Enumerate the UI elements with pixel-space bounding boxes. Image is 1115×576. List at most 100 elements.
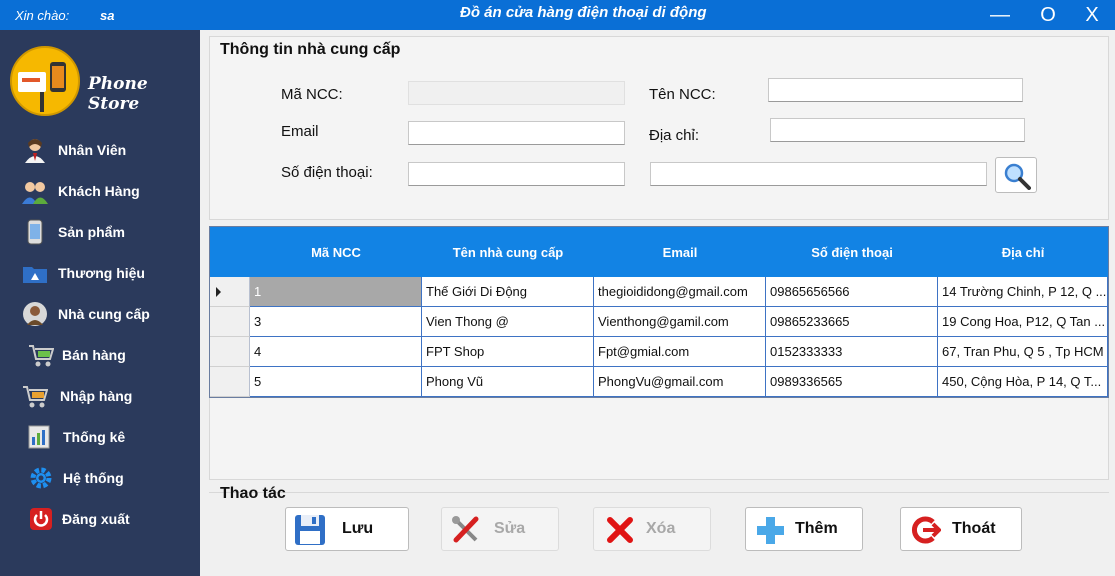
table-cell[interactable]: 0989336565 bbox=[766, 367, 938, 397]
row-header[interactable] bbox=[210, 307, 250, 337]
table-cell[interactable]: thegioididong@gmail.com bbox=[594, 277, 766, 307]
phone-field[interactable] bbox=[408, 162, 625, 186]
ten-ncc-field[interactable] bbox=[768, 78, 1023, 102]
table-cell[interactable]: 450, Cộng Hòa, P 14, Q T... bbox=[938, 367, 1108, 397]
save-button[interactable]: Lưu bbox=[285, 507, 409, 551]
tools-icon bbox=[450, 514, 482, 546]
app-title: Đồ án cửa hàng điện thoại di động bbox=[460, 4, 707, 21]
table-cell[interactable]: Vienthong@gamil.com bbox=[594, 307, 766, 337]
save-icon bbox=[294, 514, 326, 546]
edit-button[interactable]: Sửa bbox=[441, 507, 559, 551]
table-cell[interactable]: Thế Giới Di Động bbox=[422, 277, 594, 307]
greeting-label: Xin chào: bbox=[15, 8, 70, 23]
sidebar-item-label: Nhập hàng bbox=[60, 388, 133, 404]
ma-ncc-label: Mã NCC: bbox=[281, 86, 343, 103]
col-ma-ncc[interactable]: Mã NCC bbox=[250, 227, 422, 277]
title-bar: Xin chào: sa Đồ án cửa hàng điện thoại d… bbox=[0, 0, 1115, 30]
table-cell[interactable]: PhongVu@gmail.com bbox=[594, 367, 766, 397]
sidebar-item-label: Nhân Viên bbox=[58, 142, 127, 158]
sidebar-item-ban-hang[interactable]: Bán hàng bbox=[0, 336, 200, 374]
table-empty-area bbox=[209, 398, 1109, 480]
table-cell[interactable]: 0152333333 bbox=[766, 337, 938, 367]
table-row[interactable]: 1 Thế Giới Di Động thegioididong@gmail.c… bbox=[210, 277, 1108, 307]
folder-icon bbox=[22, 260, 48, 286]
supplier-info-title: Thông tin nhà cung cấp bbox=[220, 41, 401, 58]
search-button[interactable] bbox=[995, 157, 1037, 193]
row-header[interactable] bbox=[210, 337, 250, 367]
search-input[interactable] bbox=[650, 162, 987, 186]
table-cell[interactable]: Fpt@gmial.com bbox=[594, 337, 766, 367]
col-sdt[interactable]: Số điện thoại bbox=[766, 227, 938, 277]
dia-chi-field[interactable] bbox=[770, 118, 1025, 142]
sidebar-item-nhap-hang[interactable]: Nhập hàng bbox=[0, 377, 200, 415]
col-email[interactable]: Email bbox=[594, 227, 766, 277]
statistics-icon bbox=[26, 424, 52, 450]
table-cell[interactable]: 19 Cong Hoa, P12, Q Tan ... bbox=[938, 307, 1108, 337]
cart-import-icon bbox=[22, 383, 49, 409]
sidebar-item-san-pham[interactable]: Sản phẩm bbox=[0, 213, 200, 251]
username-label: sa bbox=[100, 8, 115, 23]
ma-ncc-field[interactable] bbox=[408, 81, 625, 105]
add-label: Thêm bbox=[795, 520, 838, 537]
customers-icon bbox=[22, 178, 48, 204]
table-cell[interactable]: 67, Tran Phu, Q 5 , Tp HCM bbox=[938, 337, 1108, 367]
table-cell[interactable]: 09865233665 bbox=[766, 307, 938, 337]
delete-button[interactable]: Xóa bbox=[593, 507, 711, 551]
minimize-button[interactable]: — bbox=[985, 2, 1015, 28]
exit-label: Thoát bbox=[952, 520, 996, 537]
table-cell[interactable]: 3 bbox=[250, 307, 422, 337]
table-cell[interactable]: 14 Trường Chinh, P 12, Q ... bbox=[938, 277, 1108, 307]
delete-label: Xóa bbox=[646, 520, 676, 537]
table-cell[interactable]: 09865656566 bbox=[766, 277, 938, 307]
add-icon bbox=[754, 514, 786, 546]
dia-chi-label: Địa chỉ: bbox=[649, 127, 700, 144]
table-row[interactable]: 5 Phong Vũ PhongVu@gmail.com 0989336565 … bbox=[210, 367, 1108, 397]
sidebar-item-label: Nhà cung cấp bbox=[58, 306, 150, 322]
email-field[interactable] bbox=[408, 121, 625, 145]
sidebar-item-label: Sản phẩm bbox=[58, 224, 125, 240]
power-icon bbox=[28, 506, 54, 532]
delete-icon bbox=[606, 516, 638, 548]
gear-icon bbox=[28, 465, 54, 491]
current-row-icon bbox=[216, 287, 221, 297]
sidebar-item-label: Hệ thống bbox=[63, 470, 124, 486]
sdt-label: Số điện thoại: bbox=[281, 164, 373, 181]
col-dia-chi[interactable]: Địa chỉ bbox=[938, 227, 1108, 277]
sidebar: Phone Store Nhân Viên Khách Hàng Sản phẩ… bbox=[0, 30, 200, 576]
table-cell[interactable]: FPT Shop bbox=[422, 337, 594, 367]
sidebar-item-dang-xuat[interactable]: Đăng xuất bbox=[0, 500, 200, 538]
sidebar-item-label: Bán hàng bbox=[62, 347, 126, 363]
sidebar-item-label: Khách Hàng bbox=[58, 183, 140, 199]
sidebar-item-thong-ke[interactable]: Thống kê bbox=[0, 418, 200, 456]
ten-ncc-label: Tên NCC: bbox=[649, 86, 716, 103]
add-button[interactable]: Thêm bbox=[745, 507, 863, 551]
supplier-icon bbox=[22, 301, 48, 327]
sidebar-item-nhan-vien[interactable]: Nhân Viên bbox=[0, 131, 200, 169]
table-cell[interactable]: 4 bbox=[250, 337, 422, 367]
close-button[interactable]: X bbox=[1077, 2, 1107, 28]
table-cell[interactable]: 5 bbox=[250, 367, 422, 397]
col-ten-ncc[interactable]: Tên nhà cung cấp bbox=[422, 227, 594, 277]
row-header[interactable] bbox=[210, 277, 250, 307]
sidebar-item-khach-hang[interactable]: Khách Hàng bbox=[0, 172, 200, 210]
sidebar-item-label: Thống kê bbox=[63, 429, 126, 445]
table-cell[interactable]: Vien Thong @ bbox=[422, 307, 594, 337]
sidebar-item-nha-cung-cap[interactable]: Nhà cung cấp bbox=[0, 295, 200, 333]
maximize-button[interactable]: O bbox=[1033, 2, 1063, 28]
cart-sell-icon bbox=[28, 342, 55, 368]
supplier-table[interactable]: Mã NCC Tên nhà cung cấp Email Số điện th… bbox=[209, 226, 1109, 398]
search-icon bbox=[1003, 162, 1031, 195]
table-cell[interactable]: 1 bbox=[250, 277, 422, 307]
table-cell[interactable]: Phong Vũ bbox=[422, 367, 594, 397]
phone-icon bbox=[22, 219, 48, 245]
sidebar-item-label: Thương hiệu bbox=[58, 265, 145, 281]
sidebar-item-thuong-hieu[interactable]: Thương hiệu bbox=[0, 254, 200, 292]
table-row[interactable]: 3 Vien Thong @ Vienthong@gamil.com 09865… bbox=[210, 307, 1108, 337]
exit-button[interactable]: Thoát bbox=[900, 507, 1022, 551]
exit-icon bbox=[909, 514, 942, 546]
table-row[interactable]: 4 FPT Shop Fpt@gmial.com 0152333333 67, … bbox=[210, 337, 1108, 367]
sidebar-item-label: Đăng xuất bbox=[62, 511, 130, 527]
row-header[interactable] bbox=[210, 367, 250, 397]
sidebar-item-he-thong[interactable]: Hệ thống bbox=[0, 459, 200, 497]
table-header: Mã NCC Tên nhà cung cấp Email Số điện th… bbox=[210, 227, 1108, 277]
